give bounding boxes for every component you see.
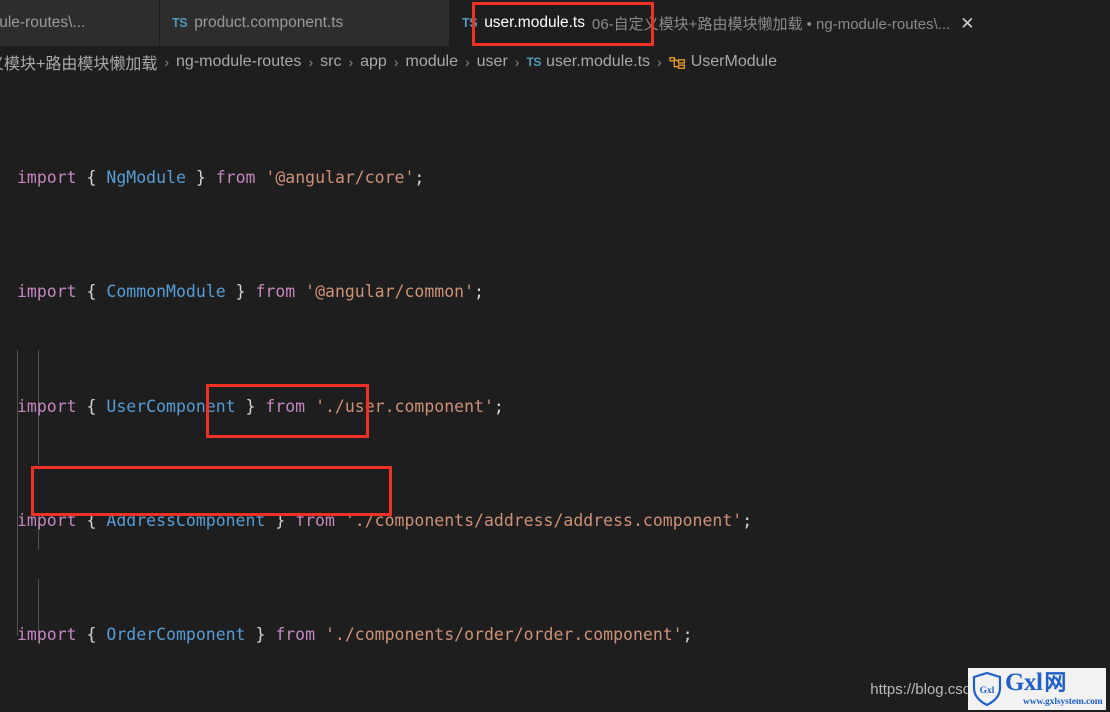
typescript-icon: TS [526, 55, 541, 69]
token-AddressComponent: AddressComponent [106, 510, 266, 530]
watermark-logo-main: Gxl 网 [1005, 670, 1103, 695]
token-brace-open: { [86, 282, 97, 302]
watermark-logo-badge: Gxl Gxl 网 www.gxlsystem.com [968, 668, 1106, 710]
token-from: from [295, 510, 335, 530]
breadcrumb: 定义模块+路由模块懒加载 › ng-module-routes › src › … [0, 46, 1110, 78]
token-import: import [17, 625, 77, 645]
breadcrumb-label: src [320, 53, 342, 70]
breadcrumb-label: app [360, 53, 387, 70]
token-module-path: '@angular/common' [305, 282, 475, 302]
code-content: import { NgModule } from '@angular/core'… [0, 78, 1110, 712]
tab-label: product.component.ts [194, 14, 344, 31]
token-module-path: './components/address/address.component' [344, 510, 743, 530]
tab-module-routes[interactable]: odule-routes\... [0, 0, 160, 46]
vscode-window: odule-routes\... TS product.component.ts… [0, 0, 1110, 712]
code-line: import { CommonModule } from '@angular/c… [0, 278, 1110, 307]
token-from: from [215, 167, 256, 187]
token-semicolon: ; [493, 396, 504, 416]
token-from: from [265, 396, 306, 416]
breadcrumb-item-user-module-ts[interactable]: TS user.module.ts [526, 53, 650, 71]
token-semicolon: ; [742, 510, 753, 530]
token-semicolon: ; [474, 282, 484, 302]
breadcrumb-label: UserModule [690, 53, 777, 70]
tab-product-component[interactable]: TS product.component.ts [160, 0, 450, 46]
breadcrumb-item-ng-module-routes[interactable]: ng-module-routes [176, 53, 301, 71]
token-brace-open: { [86, 396, 97, 416]
breadcrumb-label: module [405, 53, 458, 70]
watermark-logo-gxl: Gxl [1005, 669, 1043, 697]
token-brace-open: { [86, 510, 97, 530]
breadcrumb-label: ng-module-routes [176, 53, 302, 70]
token-from: from [275, 625, 316, 645]
editor-tab-bar: odule-routes\... TS product.component.ts… [0, 0, 1110, 46]
token-import: import [17, 282, 77, 302]
breadcrumb-separator: › [164, 54, 170, 70]
breadcrumb-item-user[interactable]: user [477, 53, 508, 71]
breadcrumb-separator: › [464, 54, 470, 70]
token-from: from [255, 282, 296, 302]
tab-label: odule-routes\... [0, 14, 86, 31]
token-brace-close: } [275, 510, 286, 530]
token-CommonModule: CommonModule [106, 282, 226, 302]
code-line: import { AddressComponent } from './comp… [0, 507, 1110, 536]
breadcrumb-separator: › [308, 54, 314, 70]
token-brace-open: { [86, 625, 97, 645]
class-symbol-icon [669, 55, 686, 72]
breadcrumb-label: user.module.ts [545, 53, 651, 70]
code-line: import { NgModule } from '@angular/core'… [0, 164, 1110, 193]
watermark-logo-sub: www.gxlsystem.com [1023, 697, 1103, 708]
breadcrumb-item-src[interactable]: src [320, 53, 341, 71]
token-import: import [17, 396, 77, 416]
tab-user-module[interactable]: TS user.module.ts 06-自定义模块+路由模块懒加载 • ng-… [450, 0, 1110, 46]
breadcrumb-separator: › [393, 54, 399, 70]
code-line: import { OrderComponent } from './compon… [0, 621, 1110, 650]
token-NgModule: NgModule [106, 167, 186, 187]
watermark-logo-cn: 网 [1044, 670, 1066, 696]
token-import: import [17, 167, 77, 187]
breadcrumb-item-project[interactable]: 定义模块+路由模块懒加载 [0, 50, 157, 74]
token-module-path: './components/order/order.component' [325, 625, 683, 645]
svg-text:Gxl: Gxl [980, 686, 995, 696]
token-brace-close: } [245, 396, 256, 416]
token-module-path: './user.component' [315, 396, 494, 416]
token-import: import [17, 510, 77, 530]
breadcrumb-label: user [476, 53, 508, 70]
tab-description: 06-自定义模块+路由模块懒加载 • ng-module-routes\... [592, 15, 951, 33]
tab-label: user.module.ts [484, 14, 585, 31]
typescript-icon: TS [462, 16, 478, 30]
token-module-path: '@angular/core' [265, 167, 415, 187]
shield-icon: Gxl [972, 671, 1002, 707]
token-brace-close: } [255, 625, 266, 645]
breadcrumb-item-module[interactable]: module [405, 53, 457, 71]
breadcrumb-separator: › [657, 54, 662, 70]
code-line: import { UserComponent } from './user.co… [0, 393, 1110, 422]
breadcrumb-item-UserModule[interactable]: UserModule [669, 53, 777, 71]
token-OrderComponent: OrderComponent [106, 625, 246, 645]
close-icon[interactable]: ✕ [960, 15, 974, 32]
token-semicolon: ; [414, 167, 425, 187]
code-editor[interactable]: import { NgModule } from '@angular/core'… [0, 78, 1110, 712]
breadcrumb-label: 定义模块+路由模块懒加载 [0, 56, 158, 73]
breadcrumb-separator: › [348, 54, 354, 70]
token-brace-close: } [235, 282, 246, 302]
watermark-text: Gxl 网 www.gxlsystem.com [1005, 670, 1103, 708]
breadcrumb-separator: › [514, 54, 520, 70]
typescript-icon: TS [172, 16, 188, 30]
token-brace-close: } [195, 167, 206, 187]
breadcrumb-item-app[interactable]: app [360, 53, 387, 71]
token-semicolon: ; [682, 625, 693, 645]
token-brace-open: { [86, 167, 97, 187]
token-UserComponent: UserComponent [106, 396, 236, 416]
